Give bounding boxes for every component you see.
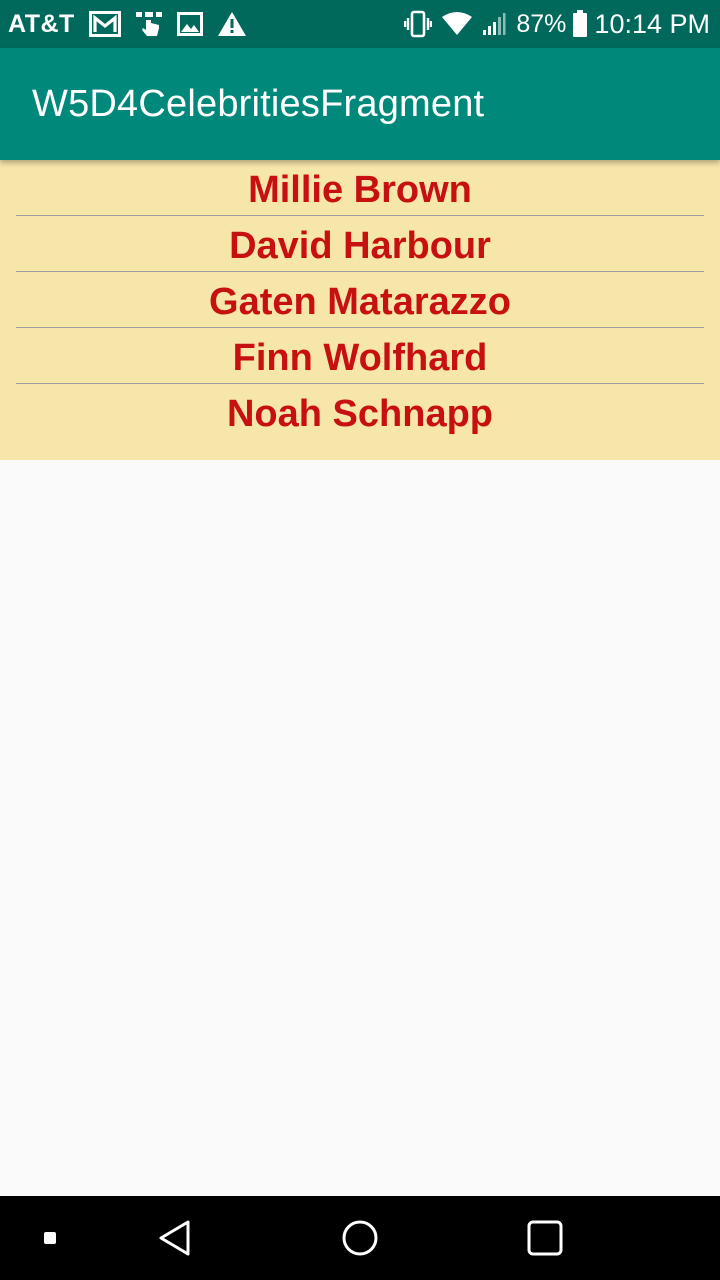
home-icon <box>342 1220 378 1256</box>
list-item[interactable]: Millie Brown <box>16 160 704 216</box>
list-item[interactable]: David Harbour <box>16 216 704 272</box>
vibrate-icon <box>404 10 433 38</box>
touch-icon <box>135 10 163 38</box>
list-item[interactable]: Gaten Matarazzo <box>16 272 704 328</box>
recents-icon <box>527 1220 563 1256</box>
list-item-label: Finn Wolfhard <box>232 336 488 379</box>
carrier-label: AT&T <box>8 9 75 38</box>
status-bar: AT&T 87% 10:14 PM <box>0 0 720 48</box>
app-bar: W5D4CelebritiesFragment <box>0 48 720 160</box>
back-icon <box>159 1220 190 1256</box>
list-item[interactable]: Finn Wolfhard <box>16 328 704 384</box>
list-item-label: Gaten Matarazzo <box>209 280 511 323</box>
navigation-bar <box>0 1196 720 1280</box>
dot-indicator <box>30 1196 70 1280</box>
list-item-label: Millie Brown <box>248 168 472 211</box>
list-item-label: Noah Schnapp <box>226 393 494 435</box>
battery-icon <box>572 10 588 38</box>
battery-percent: 87% <box>516 9 567 38</box>
celebrity-list-container[interactable]: Millie Brown David Harbour Gaten Mataraz… <box>0 160 720 460</box>
list-item[interactable]: Noah Schnapp <box>16 384 704 440</box>
wifi-icon <box>442 12 473 36</box>
clock: 10:14 PM <box>594 8 710 39</box>
list-item-label: David Harbour <box>229 224 491 267</box>
image-icon <box>176 12 203 36</box>
status-bar-left: AT&T <box>8 0 261 48</box>
warning-icon <box>217 11 247 37</box>
home-button[interactable] <box>320 1196 400 1280</box>
recents-button[interactable] <box>505 1196 585 1280</box>
celebrity-list: Millie Brown David Harbour Gaten Mataraz… <box>0 160 720 440</box>
back-button[interactable] <box>135 1196 215 1280</box>
screen: AT&T 87% 10:14 PM W5D4CelebritiesFragmen… <box>0 0 720 1280</box>
signal-icon <box>482 12 506 36</box>
status-bar-right: 87% 10:14 PM <box>404 0 710 48</box>
gmail-icon <box>88 11 121 37</box>
app-title: W5D4CelebritiesFragment <box>32 82 485 125</box>
